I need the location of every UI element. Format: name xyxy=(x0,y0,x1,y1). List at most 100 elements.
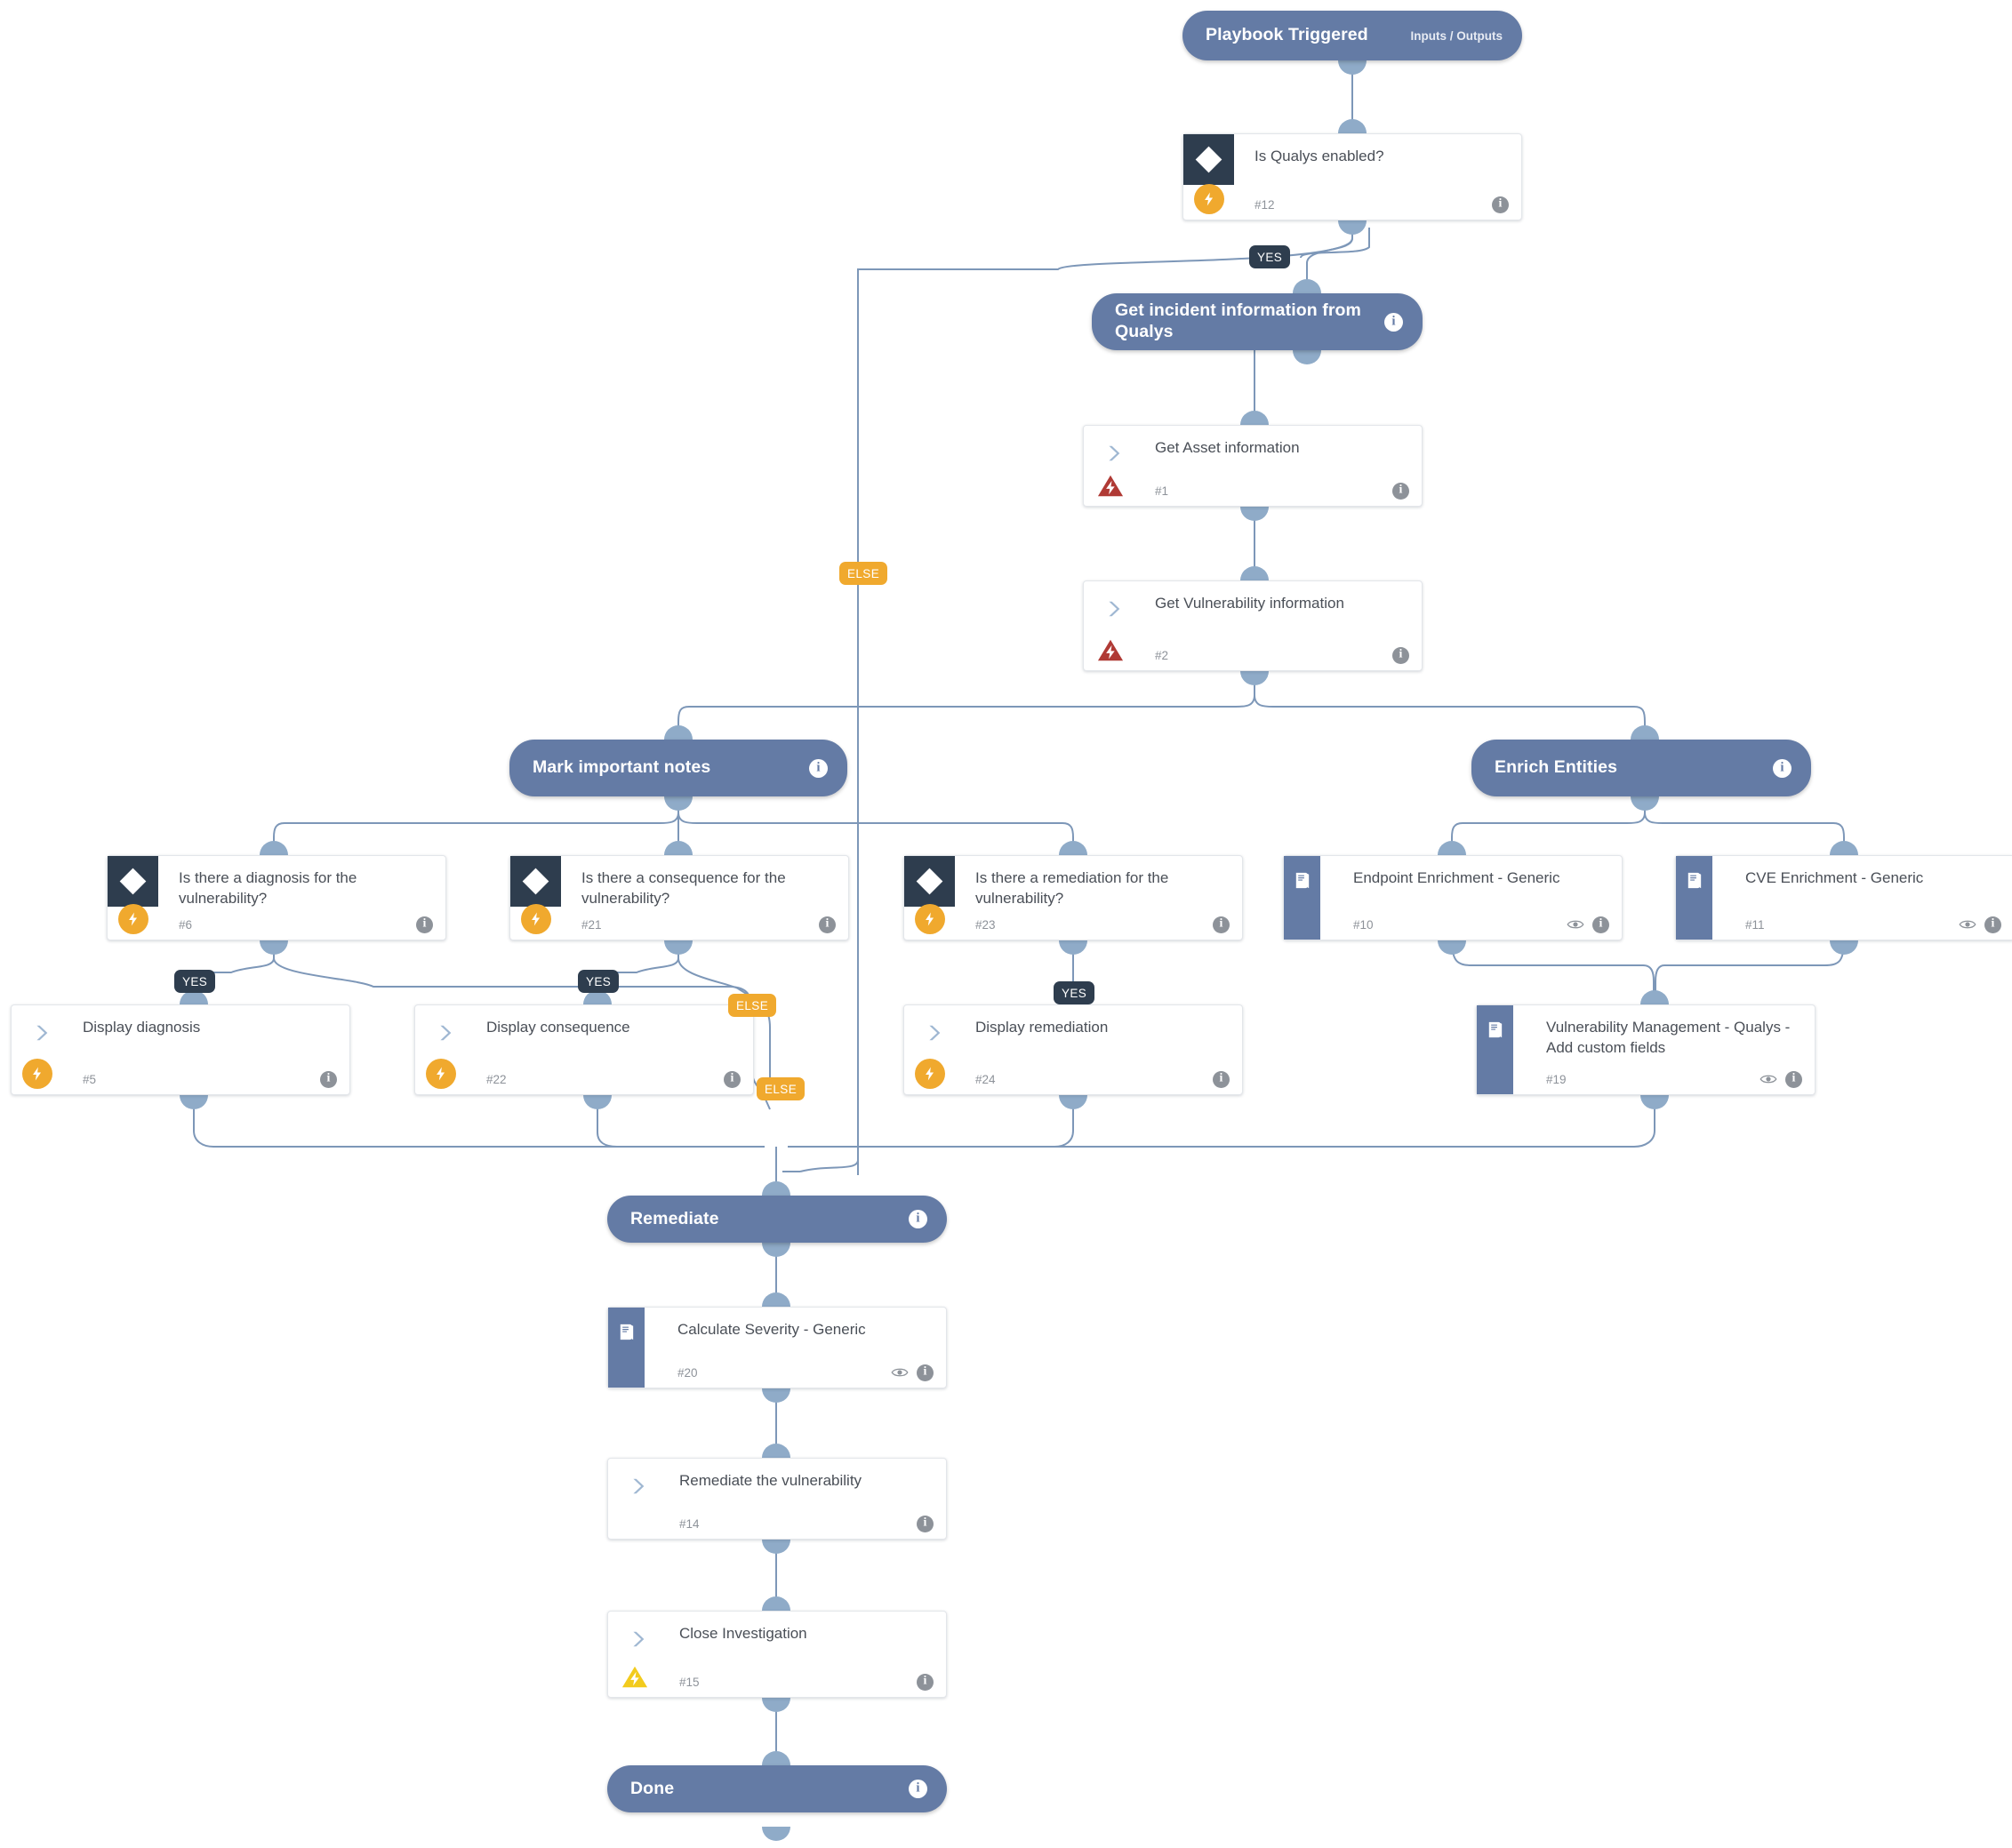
task-title: Endpoint Enrichment - Generic xyxy=(1353,869,1560,886)
info-icon[interactable]: i xyxy=(416,916,433,933)
task-id: #11 xyxy=(1745,917,1765,932)
task-id: #14 xyxy=(679,1516,700,1531)
info-icon[interactable]: i xyxy=(809,758,828,778)
info-icon[interactable]: i xyxy=(909,1780,927,1798)
task-title: Get Asset information xyxy=(1155,439,1300,456)
chevron-right-icon xyxy=(626,1475,649,1498)
task-card-display-remediation[interactable]: Display remediation #24 i xyxy=(903,1004,1243,1095)
error-bolt-icon xyxy=(1096,637,1125,663)
task-title: Is there a remediation for the vulnerabi… xyxy=(975,869,1169,907)
chevron-right-icon xyxy=(29,1021,52,1044)
info-icon[interactable]: i xyxy=(917,1364,934,1381)
task-card-display-diagnosis[interactable]: Display diagnosis #5 i xyxy=(11,1004,350,1095)
trigger-bolt-icon xyxy=(118,904,148,934)
task-card-is-there-diagnosis[interactable]: Is there a diagnosis for the vulnerabili… xyxy=(107,855,446,940)
preview-eye-icon[interactable] xyxy=(1759,1070,1777,1088)
branch-label-qualys-yes[interactable]: YES xyxy=(1249,245,1291,268)
section-mark-important-notes[interactable]: Mark important notes i xyxy=(509,740,847,796)
task-card-calculate-severity[interactable]: Calculate Severity - Generic #20 i xyxy=(607,1307,947,1388)
section-playbook-triggered[interactable]: Playbook Triggered Inputs / Outputs xyxy=(1182,11,1522,60)
trigger-bolt-icon xyxy=(426,1059,456,1089)
section-remediate[interactable]: Remediate i xyxy=(607,1196,947,1243)
preview-eye-icon[interactable] xyxy=(891,1364,909,1381)
preview-eye-icon[interactable] xyxy=(1959,916,1976,933)
trigger-bolt-icon xyxy=(521,904,551,934)
task-id: #22 xyxy=(486,1072,507,1086)
diamond-icon xyxy=(108,856,158,907)
branch-label-consequence-else[interactable]: ELSE xyxy=(728,994,777,1017)
section-enrich-entities[interactable]: Enrich Entities i xyxy=(1471,740,1811,796)
info-icon[interactable]: i xyxy=(819,916,836,933)
chevron-right-icon xyxy=(922,1021,945,1044)
task-title: Get Vulnerability information xyxy=(1155,595,1344,612)
inputs-outputs-link[interactable]: Inputs / Outputs xyxy=(1411,29,1503,43)
task-card-endpoint-enrichment[interactable]: Endpoint Enrichment - Generic #10 i xyxy=(1283,855,1623,940)
info-icon[interactable]: i xyxy=(1785,1070,1802,1088)
info-icon[interactable]: i xyxy=(724,1070,741,1088)
error-bolt-icon xyxy=(1096,473,1125,499)
info-icon[interactable]: i xyxy=(1392,646,1409,664)
chevron-right-icon xyxy=(1102,442,1125,465)
task-id: #24 xyxy=(975,1072,996,1086)
info-icon[interactable]: i xyxy=(909,1210,927,1228)
info-icon[interactable]: i xyxy=(1773,758,1792,778)
diamond-icon xyxy=(1183,134,1234,185)
info-icon[interactable]: i xyxy=(1213,1070,1230,1088)
task-card-display-consequence[interactable]: Display consequence #22 i xyxy=(414,1004,754,1095)
task-card-close-investigation[interactable]: Close Investigation #15 i xyxy=(607,1611,947,1698)
task-card-get-asset-information[interactable]: Get Asset information #1 i xyxy=(1083,425,1423,507)
trigger-bolt-icon xyxy=(915,1059,945,1089)
task-title: Remediate the vulnerability xyxy=(679,1472,862,1489)
task-id: #19 xyxy=(1546,1072,1567,1086)
task-id: #6 xyxy=(179,917,193,932)
info-icon[interactable]: i xyxy=(1384,312,1403,332)
warning-bolt-icon xyxy=(621,1664,649,1690)
info-icon[interactable]: i xyxy=(917,1515,934,1532)
task-title: Is Qualys enabled? xyxy=(1254,148,1384,164)
task-title: Vulnerability Management - Qualys - Add … xyxy=(1546,1019,1791,1056)
section-title: Done xyxy=(630,1778,675,1798)
task-card-is-there-consequence[interactable]: Is there a consequence for the vulnerabi… xyxy=(509,855,849,940)
branch-label-qualys-else[interactable]: ELSE xyxy=(839,562,888,585)
section-done[interactable]: Done i xyxy=(607,1765,947,1812)
task-id: #1 xyxy=(1155,484,1169,498)
task-title: Calculate Severity - Generic xyxy=(677,1321,866,1338)
info-icon[interactable]: i xyxy=(1984,916,2001,933)
info-icon[interactable]: i xyxy=(1213,916,1230,933)
task-title: CVE Enrichment - Generic xyxy=(1745,869,1924,886)
task-card-cve-enrichment[interactable]: CVE Enrichment - Generic #11 i xyxy=(1675,855,2012,940)
task-title: Display consequence xyxy=(486,1019,630,1036)
task-id: #15 xyxy=(679,1675,700,1689)
info-icon[interactable]: i xyxy=(1492,196,1509,213)
task-id: #10 xyxy=(1353,917,1374,932)
branch-label-diagnosis-else[interactable]: ELSE xyxy=(757,1077,806,1100)
info-icon[interactable]: i xyxy=(320,1070,337,1088)
task-id: #20 xyxy=(677,1365,698,1380)
task-title: Display remediation xyxy=(975,1019,1109,1036)
trigger-bolt-icon xyxy=(1194,184,1224,214)
section-title: Get incident information from Qualys xyxy=(1115,300,1361,341)
branch-label-diagnosis-yes[interactable]: YES xyxy=(174,970,216,993)
task-id: #21 xyxy=(581,917,602,932)
section-title: Playbook Triggered xyxy=(1206,25,1368,45)
task-card-get-vulnerability-information[interactable]: Get Vulnerability information #2 i xyxy=(1083,580,1423,671)
info-icon[interactable]: i xyxy=(1392,482,1409,500)
info-icon[interactable]: i xyxy=(1592,916,1609,933)
task-title: Is there a diagnosis for the vulnerabili… xyxy=(179,869,357,907)
task-id: #12 xyxy=(1254,197,1275,212)
section-title: Remediate xyxy=(630,1208,719,1228)
trigger-bolt-icon xyxy=(915,904,945,934)
chevron-right-icon xyxy=(1102,597,1125,620)
task-title: Close Investigation xyxy=(679,1625,807,1642)
task-id: #2 xyxy=(1155,648,1169,662)
preview-eye-icon[interactable] xyxy=(1567,916,1584,933)
task-card-vulnerability-management-add-custom-fields[interactable]: Vulnerability Management - Qualys - Add … xyxy=(1476,1004,1816,1095)
task-card-is-there-remediation[interactable]: Is there a remediation for the vulnerabi… xyxy=(903,855,1243,940)
section-get-incident-information[interactable]: Get incident information from Qualys i xyxy=(1092,293,1423,350)
branch-label-remediation-yes[interactable]: YES xyxy=(1054,981,1095,1004)
info-icon[interactable]: i xyxy=(917,1673,934,1691)
task-card-is-qualys-enabled[interactable]: Is Qualys enabled? #12 i xyxy=(1182,133,1522,220)
branch-label-consequence-yes[interactable]: YES xyxy=(578,970,620,993)
task-card-remediate-the-vulnerability[interactable]: Remediate the vulnerability #14 i xyxy=(607,1458,947,1540)
section-title: Enrich Entities xyxy=(1495,757,1618,778)
